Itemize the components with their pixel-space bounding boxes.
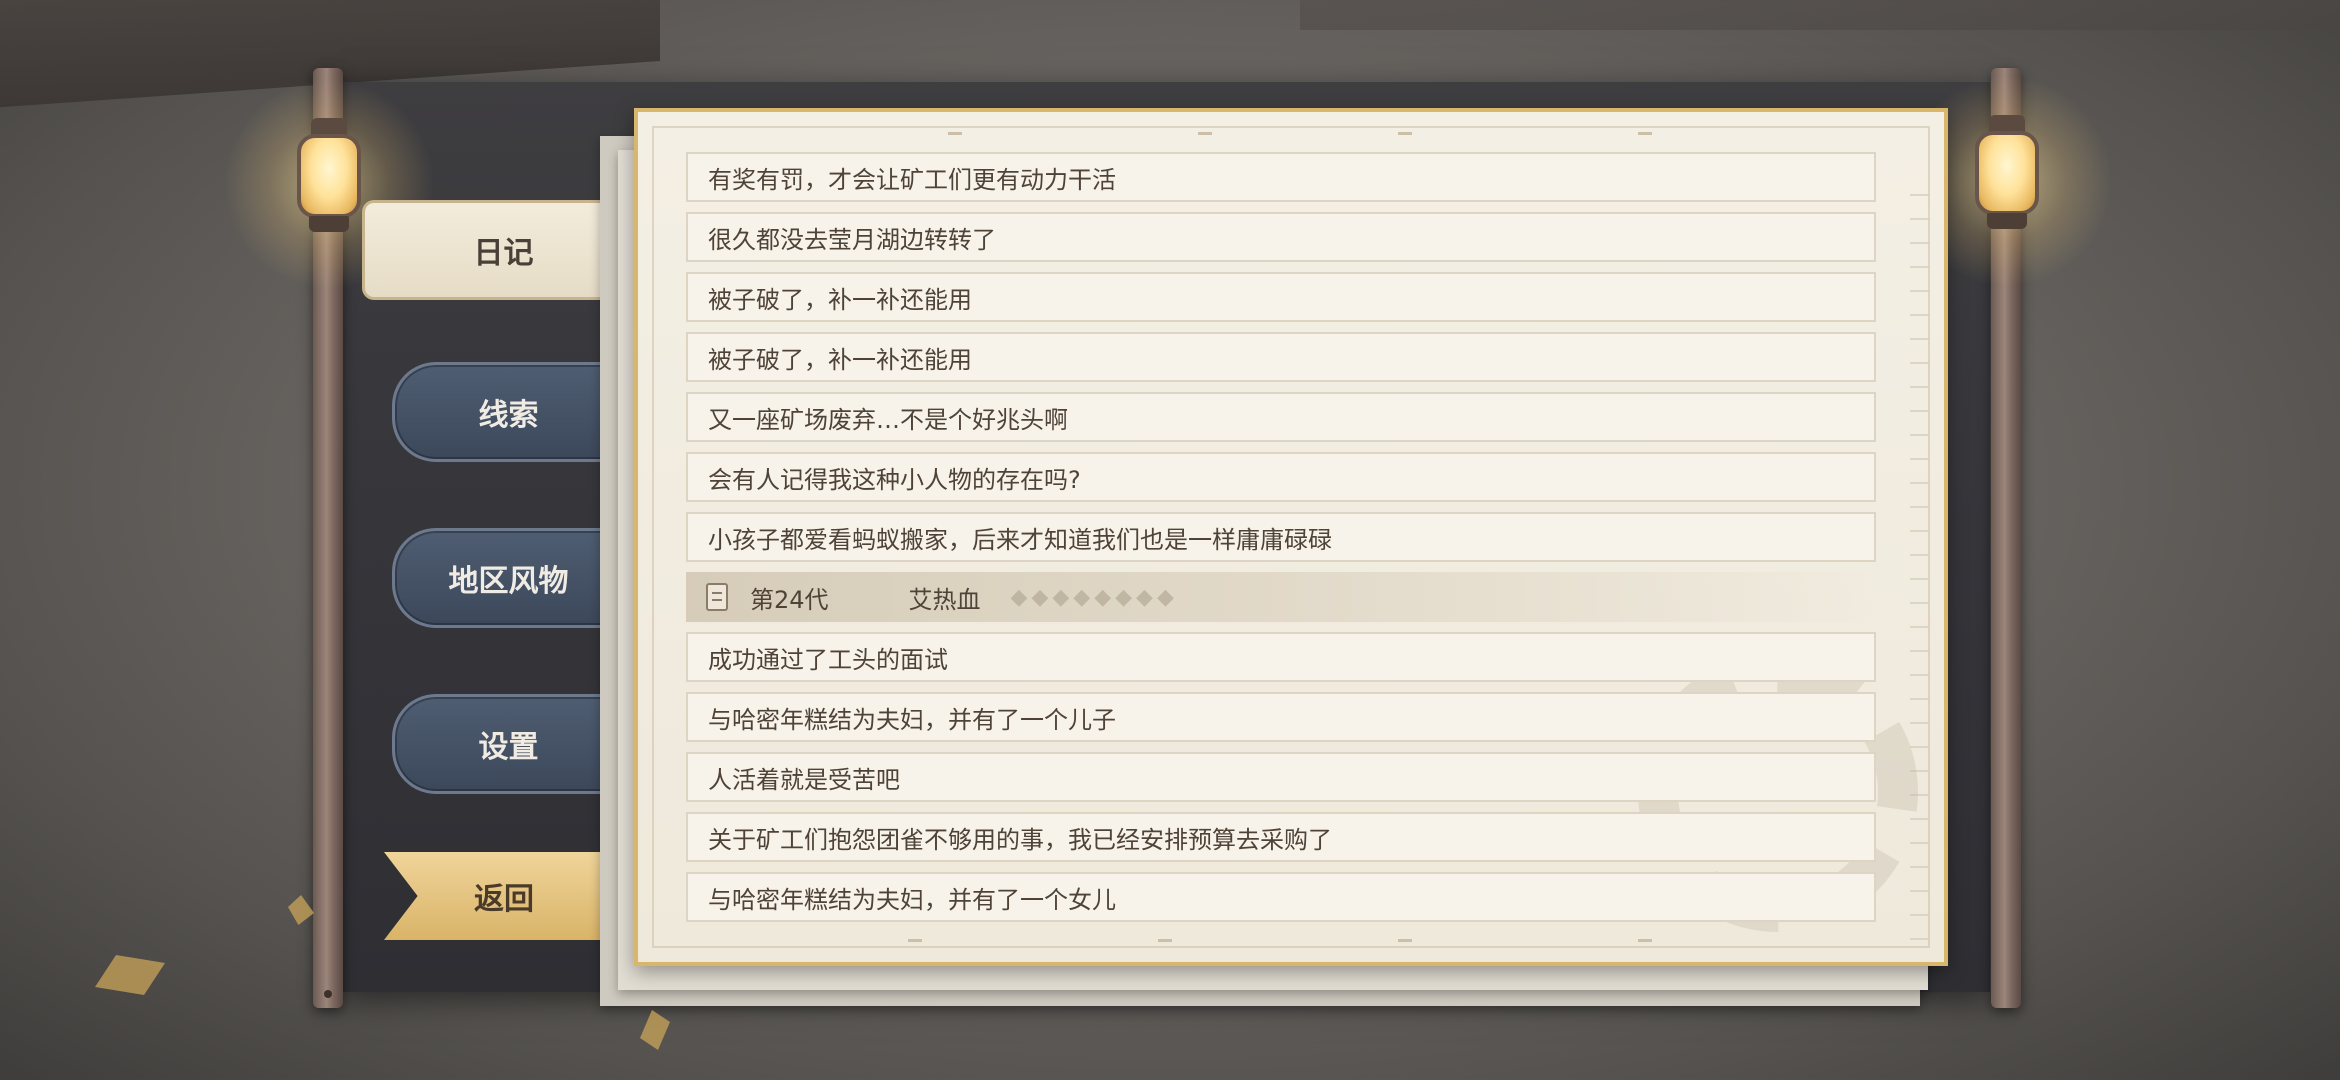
tab-settings[interactable]: 设置 [392, 694, 622, 794]
tab-clues-label: 线索 [478, 398, 539, 433]
diary-entry: 与哈密年糕结为夫妇，并有了一个儿子 [686, 692, 1876, 742]
diamond-ornament: ◆◆◆◆◆◆◆◆ [1010, 584, 1178, 610]
generation-number: 第24代 [750, 585, 829, 614]
tab-local-features[interactable]: 地区风物 [392, 528, 622, 628]
diary-entry: 小孩子都爱看蚂蚁搬家，后来才知道我们也是一样庸庸碌碌 [686, 512, 1876, 562]
generation-name: 艾热血 [908, 585, 981, 614]
frame-tick [1158, 939, 1172, 952]
tab-clues[interactable]: 线索 [392, 362, 622, 462]
diary-entry-text: 很久都没去莹月湖边转转了 [708, 225, 996, 254]
gold-shard [95, 955, 165, 995]
diary-entry: 很久都没去莹月湖边转转了 [686, 212, 1876, 262]
diary-entry: 被子破了，补一补还能用 [686, 272, 1876, 322]
tab-local-features-label: 地区风物 [448, 564, 569, 599]
tab-settings-label: 设置 [478, 730, 539, 765]
back-button-label: 返回 [474, 882, 534, 917]
diary-entry-text: 成功通过了工头的面试 [708, 645, 948, 674]
diary-entry: 会有人记得我这种小人物的存在吗? [686, 452, 1876, 502]
diary-entry: 又一座矿场废弃…不是个好兆头啊 [686, 392, 1876, 442]
frame-tick [908, 939, 922, 952]
diary-entry: 被子破了，补一补还能用 [686, 332, 1876, 382]
frame-tick [1638, 939, 1652, 952]
frame-tick [1398, 132, 1412, 145]
diary-entry-text: 又一座矿场废弃…不是个好兆头啊 [708, 405, 1068, 434]
diary-entry: 有奖有罚，才会让矿工们更有动力干活 [686, 152, 1876, 202]
rivet [324, 990, 332, 998]
frame-tick [948, 132, 962, 145]
diary-entry: 与哈密年糕结为夫妇，并有了一个女儿 [686, 872, 1876, 922]
lantern-icon [1901, 75, 2113, 287]
diary-entry-text: 有奖有罚，才会让矿工们更有动力干活 [708, 165, 1116, 194]
gold-shard [288, 895, 314, 925]
generation-header: 第24代 艾热血 ◆◆◆◆◆◆◆◆ [686, 572, 1876, 622]
diary-entry: 人活着就是受苦吧 [686, 752, 1876, 802]
diary-entry-text: 被子破了，补一补还能用 [708, 285, 972, 314]
page-ruler [1910, 172, 1930, 952]
frame-tick [1398, 939, 1412, 952]
diary-entry-text: 人活着就是受苦吧 [708, 765, 900, 794]
lantern-icon [223, 78, 435, 290]
diary-entry-text: 被子破了，补一补还能用 [708, 345, 972, 374]
frame-tick [1638, 132, 1652, 145]
diary-entry-text: 关于矿工们抱怨团雀不够用的事，我已经安排预算去采购了 [708, 825, 1332, 854]
frame-tick [1198, 132, 1212, 145]
diary-entry-text: 与哈密年糕结为夫妇，并有了一个儿子 [708, 705, 1116, 734]
gold-shard [640, 1010, 670, 1050]
diary-entry: 成功通过了工头的面试 [686, 632, 1876, 682]
diary-entry-text: 小孩子都爱看蚂蚁搬家，后来才知道我们也是一样庸庸碌碌 [708, 525, 1332, 554]
diary-entry-text: 与哈密年糕结为夫妇，并有了一个女儿 [708, 885, 1116, 914]
diary-entry-text: 会有人记得我这种小人物的存在吗? [708, 465, 1081, 494]
back-button[interactable]: 返回 [384, 852, 624, 940]
document-icon [706, 583, 728, 611]
background-beam [1300, 0, 2340, 30]
diary-entry: 关于矿工们抱怨团雀不够用的事，我已经安排预算去采购了 [686, 812, 1876, 862]
tab-diary-label: 日记 [473, 236, 534, 271]
